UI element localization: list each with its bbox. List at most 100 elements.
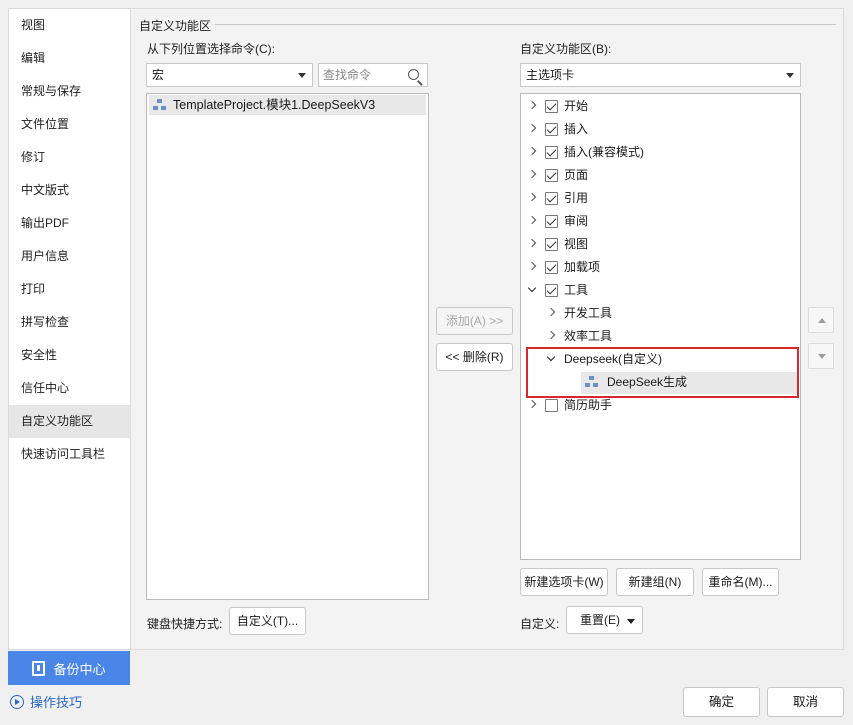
- tips-link[interactable]: 操作技巧: [10, 692, 82, 711]
- chevron-right-icon[interactable]: [528, 193, 538, 203]
- checkbox[interactable]: [545, 146, 558, 159]
- triangle-down-icon: [818, 354, 826, 359]
- tree-item-insert[interactable]: 插入: [521, 118, 800, 140]
- tree-item-label: 视图: [564, 237, 589, 251]
- customize-ribbon-panel: 自定义功能区 从下列位置选择命令(C): 宏 查找命令 TemplateProj…: [130, 8, 844, 650]
- chevron-right-icon[interactable]: [547, 331, 557, 341]
- sidebar-item-export-pdf[interactable]: 输出PDF: [9, 207, 130, 240]
- checkbox[interactable]: [545, 399, 558, 412]
- checkbox[interactable]: [545, 238, 558, 251]
- customize-ribbon-value: 主选项卡: [526, 68, 575, 82]
- move-down-button[interactable]: [808, 343, 834, 369]
- sidebar-item-edit[interactable]: 编辑: [9, 42, 130, 75]
- checkbox[interactable]: [545, 192, 558, 205]
- ribbon-tree[interactable]: 开始 插入 插入(兼容模式) 页面 引用 审阅 视图 加载项 工具 开发工具 效…: [520, 93, 801, 560]
- sidebar-item-trust-center[interactable]: 信任中心: [9, 372, 130, 405]
- customize-ribbon-label: 自定义功能区(B):: [520, 42, 612, 56]
- chevron-down-icon: [298, 73, 306, 78]
- tree-item-review[interactable]: 审阅: [521, 210, 800, 232]
- checkbox[interactable]: [545, 169, 558, 182]
- tree-item-tools[interactable]: 工具: [521, 279, 800, 301]
- customize-ribbon-select[interactable]: 主选项卡: [520, 63, 801, 87]
- reset-button-label: 重置(E): [580, 613, 620, 627]
- rename-button[interactable]: 重命名(M)...: [702, 568, 779, 596]
- sidebar-item-spell-check[interactable]: 拼写检查: [9, 306, 130, 339]
- checkbox[interactable]: [545, 261, 558, 274]
- tips-label: 操作技巧: [30, 695, 83, 710]
- tree-item-label: 审阅: [564, 214, 589, 228]
- choose-commands-select[interactable]: 宏: [146, 63, 313, 87]
- chevron-right-icon[interactable]: [528, 124, 538, 134]
- tree-item-insert-compat[interactable]: 插入(兼容模式): [521, 141, 800, 163]
- sidebar-item-view[interactable]: 视图: [9, 9, 130, 42]
- macro-label: TemplateProject.模块1.DeepSeekV3: [173, 98, 376, 112]
- tree-item-label: 插入(兼容模式): [564, 145, 644, 159]
- sidebar-item-user-info[interactable]: 用户信息: [9, 240, 130, 273]
- tree-item-label: 效率工具: [564, 329, 613, 343]
- reset-button[interactable]: 重置(E): [566, 606, 643, 634]
- backup-center-label: 备份中心: [53, 661, 106, 677]
- chevron-down-icon[interactable]: [528, 285, 538, 295]
- keyboard-shortcut-label: 键盘快捷方式:: [147, 617, 223, 631]
- chevron-right-icon[interactable]: [547, 308, 557, 318]
- commands-list[interactable]: TemplateProject.模块1.DeepSeekV3: [146, 93, 429, 600]
- customize-label: 自定义:: [520, 617, 560, 631]
- chevron-right-icon[interactable]: [528, 216, 538, 226]
- highlight-box: [526, 347, 799, 398]
- ok-button[interactable]: 确定: [683, 687, 760, 717]
- tree-item-label: 插入: [564, 122, 589, 136]
- choose-commands-label: 从下列位置选择命令(C):: [147, 42, 275, 56]
- sidebar-item-general-save[interactable]: 常规与保存: [9, 75, 130, 108]
- options-sidebar: 视图 编辑 常规与保存 文件位置 修订 中文版式 输出PDF 用户信息 打印 拼…: [8, 8, 130, 650]
- search-icon[interactable]: [408, 69, 419, 80]
- new-tab-button[interactable]: 新建选项卡(W): [520, 568, 608, 596]
- tree-item-page[interactable]: 页面: [521, 164, 800, 186]
- sidebar-item-quick-access-toolbar[interactable]: 快速访问工具栏: [9, 438, 130, 471]
- chevron-down-icon: [786, 73, 794, 78]
- cancel-button[interactable]: 取消: [767, 687, 844, 717]
- sidebar-item-file-location[interactable]: 文件位置: [9, 108, 130, 141]
- tree-item-references[interactable]: 引用: [521, 187, 800, 209]
- macro-icon: [153, 99, 167, 111]
- tree-item-developer-tools[interactable]: 开发工具: [521, 302, 800, 324]
- remove-button[interactable]: << 删除(R): [436, 343, 513, 371]
- add-button[interactable]: 添加(A) >>: [436, 307, 513, 335]
- sidebar-item-revision[interactable]: 修订: [9, 141, 130, 174]
- sidebar-item-customize-ribbon[interactable]: 自定义功能区: [9, 405, 130, 438]
- checkbox[interactable]: [545, 215, 558, 228]
- chevron-down-icon[interactable]: [627, 619, 635, 624]
- sidebar-item-chinese-layout[interactable]: 中文版式: [9, 174, 130, 207]
- tree-item-home[interactable]: 开始: [521, 95, 800, 117]
- play-circle-icon: [10, 694, 24, 709]
- triangle-up-icon: [818, 318, 826, 323]
- chevron-right-icon[interactable]: [528, 101, 538, 111]
- tree-item-view[interactable]: 视图: [521, 233, 800, 255]
- backup-center-button[interactable]: 备份中心: [8, 651, 130, 685]
- chevron-right-icon[interactable]: [528, 170, 538, 180]
- list-item[interactable]: TemplateProject.模块1.DeepSeekV3: [149, 95, 426, 115]
- move-up-button[interactable]: [808, 307, 834, 333]
- tree-item-addins[interactable]: 加载项: [521, 256, 800, 278]
- new-group-button[interactable]: 新建组(N): [616, 568, 694, 596]
- group-title: 自定义功能区: [139, 17, 216, 34]
- tree-item-efficiency-tools[interactable]: 效率工具: [521, 325, 800, 347]
- chevron-right-icon[interactable]: [528, 262, 538, 272]
- tree-item-label: 引用: [564, 191, 589, 205]
- sidebar-item-print[interactable]: 打印: [9, 273, 130, 306]
- tree-item-label: 页面: [564, 168, 589, 182]
- customize-shortcut-button[interactable]: 自定义(T)...: [229, 607, 306, 635]
- tree-item-label: 加载项: [564, 260, 601, 274]
- chevron-right-icon[interactable]: [528, 147, 538, 157]
- chevron-right-icon[interactable]: [528, 400, 538, 410]
- group-divider: [211, 24, 836, 25]
- checkbox[interactable]: [545, 100, 558, 113]
- sidebar-item-security[interactable]: 安全性: [9, 339, 130, 372]
- tree-item-label: 开发工具: [564, 306, 613, 320]
- tree-item-label: 工具: [564, 283, 589, 297]
- tree-item-label: 开始: [564, 99, 589, 113]
- command-search-placeholder: 查找命令: [323, 68, 372, 82]
- checkbox[interactable]: [545, 284, 558, 297]
- checkbox[interactable]: [545, 123, 558, 136]
- command-search-input[interactable]: 查找命令: [318, 63, 428, 87]
- chevron-right-icon[interactable]: [528, 239, 538, 249]
